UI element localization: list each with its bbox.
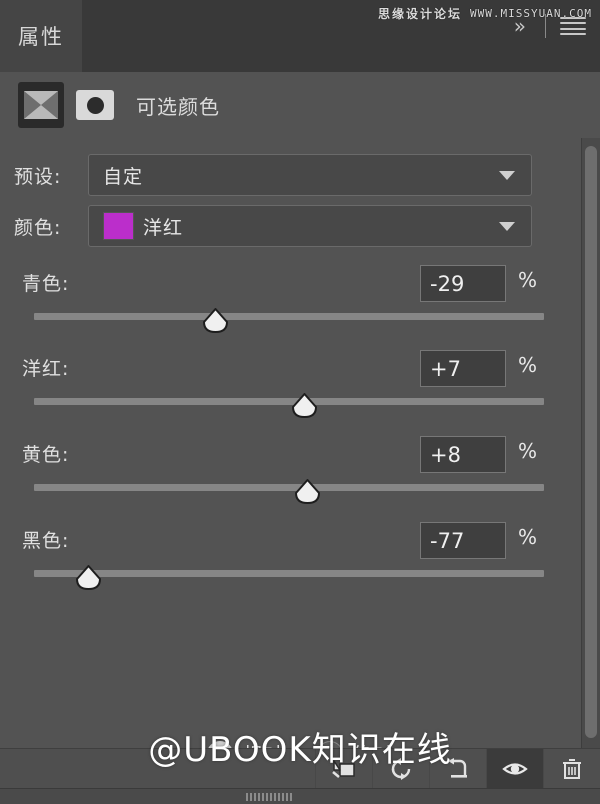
delete-adjustment-layer-icon[interactable] [543,749,600,789]
color-row: 颜色: 洋红 [14,205,532,247]
color-select[interactable]: 洋红 [88,205,532,247]
color-value: 洋红 [143,213,183,240]
adjustment-title: 可选颜色 [136,91,220,120]
slider-yellow: 黄色: +8 % [0,433,600,509]
tab-properties-label: 属性 [18,21,64,51]
slider-cyan-unit: % [518,268,537,292]
slider-yellow-track[interactable] [34,484,544,491]
header-spacer [82,0,508,72]
slider-black: 黑色: -77 % [0,519,600,595]
preset-select[interactable]: 自定 [88,154,532,196]
tab-properties[interactable]: 属性 [0,0,82,72]
panel-scrollbar-thumb[interactable] [585,146,597,738]
slider-yellow-value: +8 [430,443,461,467]
preset-value: 自定 [103,162,143,189]
slider-magenta-input[interactable]: +7 [420,350,506,387]
slider-magenta-track[interactable] [34,398,544,405]
status-bar [0,788,600,804]
resize-grip-icon[interactable] [246,793,292,801]
panel-tab-strip: 属性 [0,0,82,72]
panel-scrollbar-track[interactable] [581,138,600,748]
slider-magenta-value: +7 [430,357,461,381]
slider-black-track[interactable] [34,570,544,577]
toggle-layer-visibility-icon[interactable] [486,749,543,789]
slider-cyan-handle[interactable] [202,308,229,333]
chevron-double-right-icon[interactable]: » [508,12,531,40]
slider-cyan-track[interactable] [34,313,544,320]
color-swatch [103,212,134,240]
hamburger-menu-icon[interactable] [560,15,586,37]
slider-cyan-value: -29 [430,272,464,296]
slider-black-unit: % [518,525,537,549]
panel-header: 属性 » [0,0,600,72]
slider-black-label: 黑色: [22,526,69,553]
chevron-down-icon [499,222,515,231]
slider-yellow-input[interactable]: +8 [420,436,506,473]
chevron-down-icon [499,171,515,180]
preset-row: 预设: 自定 [14,154,532,196]
view-previous-state-icon[interactable] [372,749,429,789]
layer-mask-thumbnail-icon[interactable] [76,90,114,120]
slider-magenta-unit: % [518,353,537,377]
properties-panel: 属性 » 思缘设计论坛 WWW.MISSYUAN.COM 可选颜色 预设: [0,0,600,804]
panel-header-controls: » [508,0,600,72]
slider-magenta: 洋红: +7 % [0,347,600,423]
slider-black-value: -77 [430,529,464,553]
slider-magenta-handle[interactable] [291,393,318,418]
panel-footer-toolbar [0,748,600,789]
slider-black-input[interactable]: -77 [420,522,506,559]
panel-body: 预设: 自定 颜色: 洋红 青色: -29 % [0,138,600,748]
slider-black-handle[interactable] [75,565,102,590]
slider-yellow-handle[interactable] [294,479,321,504]
clip-to-layer-icon[interactable] [315,749,372,789]
slider-magenta-label: 洋红: [22,354,69,381]
slider-yellow-unit: % [518,439,537,463]
slider-yellow-label: 黄色: [22,440,69,467]
reset-adjustment-icon[interactable] [429,749,486,789]
preset-label: 预设: [14,162,88,189]
adjustment-header-row: 可选颜色 [0,72,600,138]
slider-cyan-input[interactable]: -29 [420,265,506,302]
slider-cyan-label: 青色: [22,269,69,296]
header-divider [545,14,546,38]
slider-cyan: 青色: -29 % [0,262,600,338]
color-label: 颜色: [14,213,88,240]
layer-thumbnail-icon[interactable] [18,82,64,128]
